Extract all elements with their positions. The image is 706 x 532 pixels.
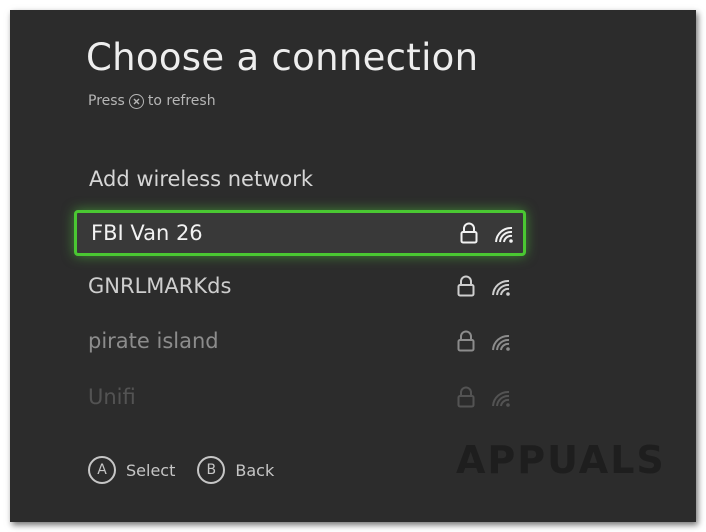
network-row[interactable]: FBI Van 26 xyxy=(74,210,526,256)
lock-icon xyxy=(456,386,476,408)
lock-icon xyxy=(456,275,476,297)
a-button-icon: A xyxy=(88,456,116,484)
controller-legend: A Select B Back xyxy=(88,456,296,484)
network-name: pirate island xyxy=(88,329,219,353)
network-name: GNRLMARKds xyxy=(88,274,232,298)
back-label: Back xyxy=(235,460,275,480)
lock-icon xyxy=(456,330,476,352)
appuals-watermark: APPUALS xyxy=(456,438,666,482)
wifi-signal-icon xyxy=(490,388,512,408)
wifi-signal-icon xyxy=(490,332,512,352)
hint-suffix: to refresh xyxy=(147,93,216,109)
network-name: Unifi xyxy=(88,385,136,409)
network-row[interactable]: Unifi xyxy=(74,377,526,423)
console-screen: Choose a connection Press to refresh Add… xyxy=(10,10,696,522)
refresh-hint: Press to refresh xyxy=(88,93,216,109)
lock-icon xyxy=(459,222,479,244)
wifi-signal-icon xyxy=(493,224,515,244)
network-name: FBI Van 26 xyxy=(91,221,203,245)
network-row[interactable]: GNRLMARKds xyxy=(74,266,526,312)
add-wireless-network-button[interactable]: Add wireless network xyxy=(89,167,313,191)
select-label: Select xyxy=(126,460,176,480)
hint-prefix: Press xyxy=(88,93,125,109)
b-button-icon: B xyxy=(197,456,226,484)
wifi-signal-icon xyxy=(490,277,512,297)
x-button-icon xyxy=(128,93,144,109)
network-row[interactable]: pirate island xyxy=(74,321,526,367)
page-title: Choose a connection xyxy=(86,36,479,79)
